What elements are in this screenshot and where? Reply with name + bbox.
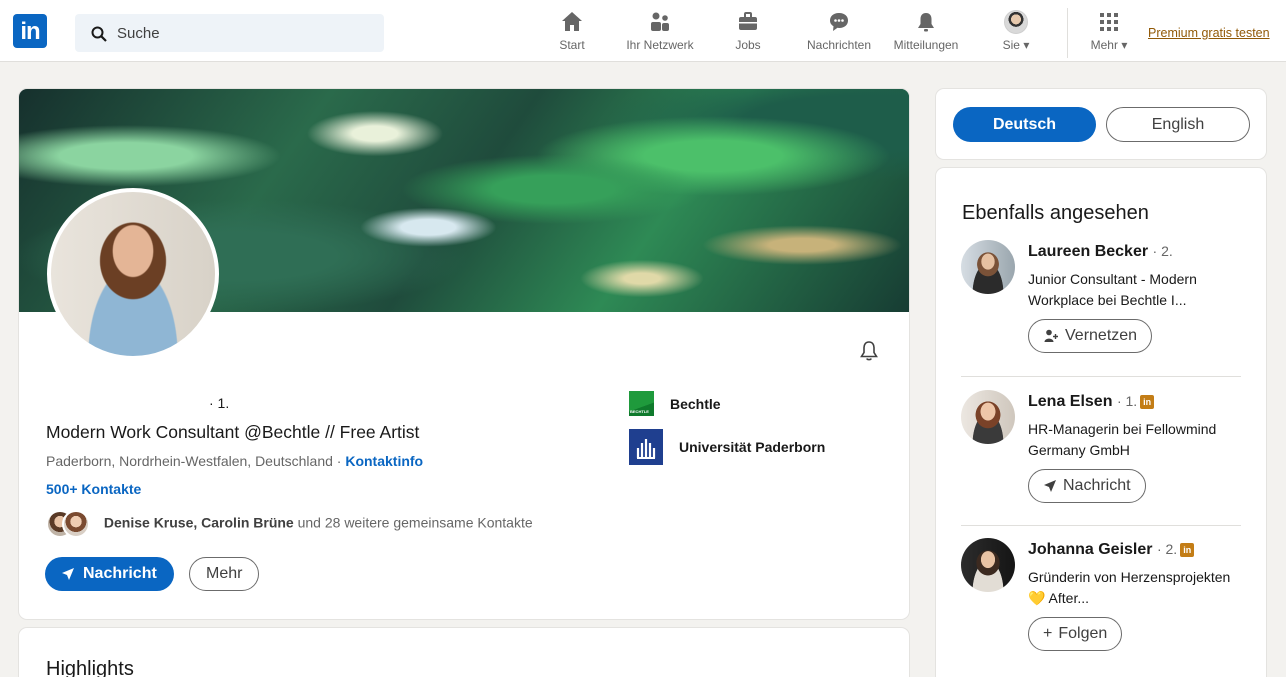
avatar (1004, 10, 1028, 34)
nav-jobs[interactable]: Jobs (730, 10, 766, 58)
follow-button[interactable]: + Folgen (1028, 617, 1123, 651)
profile-photo[interactable] (47, 188, 219, 360)
mutual-names: Denise Kruse, Carolin Brüne (103, 514, 294, 531)
premium-link[interactable]: Premium gratis testen (1148, 26, 1270, 40)
send-icon (1044, 480, 1056, 492)
grid-icon (1100, 13, 1118, 31)
send-icon (62, 568, 74, 580)
nav-more-label: Mehr ▾ (1090, 38, 1128, 52)
divider (961, 376, 1241, 377)
top-navigation: in Start Ihr Netzwerk Jobs Nachrichten M… (0, 0, 1286, 62)
divider (961, 525, 1241, 526)
person-name[interactable]: Lena Elsen · 1. in (1028, 393, 1155, 411)
more-button[interactable]: Mehr (189, 557, 260, 591)
location-text: Paderborn, Nordrhein-Westfalen, Deutschl… (46, 453, 342, 469)
university-logo (629, 429, 663, 465)
person-degree: · 2. (1156, 541, 1178, 557)
mutual-rest: und 28 weitere gemeinsame Kontakte (297, 514, 533, 531)
list-item: Lena Elsen · 1. in HR-Managerin bei Fello… (961, 390, 1251, 510)
language-deutsch-button[interactable]: Deutsch (953, 107, 1096, 142)
person-name[interactable]: Laureen Becker · 2. (1028, 243, 1173, 261)
org-university-label: Universität Paderborn (679, 439, 826, 455)
profile-card: · 1. Modern Work Consultant @Bechtle // … (19, 89, 909, 619)
person-subtitle: Junior Consultant - Modern Workplace bei… (1028, 271, 1197, 308)
also-viewed-card: Ebenfalls angesehen Laureen Becker · 2. … (936, 168, 1266, 677)
contact-info-link[interactable]: Kontaktinfo (345, 453, 423, 469)
network-icon (651, 12, 669, 31)
plus-icon: + (1043, 625, 1053, 642)
person-subtitle: Gründerin von Herzensprojekten 💛 After..… (1028, 569, 1231, 606)
nav-network-label: Ihr Netzwerk (626, 38, 694, 52)
notification-bell-icon[interactable] (858, 339, 880, 363)
chevron-down-icon: ▾ (1121, 38, 1128, 52)
nav-more[interactable]: Mehr ▾ (1084, 10, 1134, 58)
bell-icon (918, 13, 934, 32)
briefcase-icon (739, 12, 757, 30)
bechtle-logo (629, 391, 654, 416)
message-button[interactable]: Nachricht (45, 557, 174, 591)
message-button-label: Nachricht (1063, 477, 1131, 494)
premium-badge-icon: in (1180, 543, 1195, 557)
language-english-button[interactable]: English (1106, 107, 1250, 142)
nav-jobs-label: Jobs (735, 38, 761, 52)
person-degree: · 2. (1152, 243, 1173, 259)
connect-button[interactable]: Vernetzen (1028, 319, 1153, 353)
connect-button-label: Vernetzen (1065, 327, 1138, 344)
org-university[interactable]: Universität Paderborn (629, 429, 825, 465)
nav-messaging-label: Nachrichten (806, 38, 872, 52)
nav-notifications-label: Mitteilungen (893, 38, 959, 52)
nav-start[interactable]: Start (550, 10, 594, 58)
nav-me-label: Sie ▾ (1002, 38, 1030, 52)
connections-link[interactable]: 500+ Kontakte (46, 481, 141, 497)
chevron-down-icon: ▾ (1023, 38, 1030, 52)
nav-notifications[interactable]: Mitteilungen (886, 10, 966, 58)
highlights-title: Highlights (46, 658, 134, 677)
profile-headline: Modern Work Consultant @Bechtle // Free … (46, 422, 420, 442)
message-button[interactable]: Nachricht (1028, 469, 1146, 503)
linkedin-logo[interactable]: in (13, 14, 47, 48)
mutual-avatars (46, 509, 94, 539)
nav-start-label: Start (559, 38, 585, 52)
nav-messaging[interactable]: Nachrichten (802, 10, 876, 58)
list-item: Laureen Becker · 2. Junior Consultant - … (961, 240, 1251, 360)
person-subtitle: HR-Managerin bei Fellowmind Germany GmbH (1028, 421, 1217, 458)
search-box[interactable] (75, 14, 384, 52)
also-viewed-title: Ebenfalls angesehen (962, 202, 1149, 224)
avatar[interactable] (961, 538, 1015, 592)
person-degree: · 1. (1116, 393, 1138, 409)
org-bechtle-label: Bechtle (670, 395, 721, 412)
nav-divider (1067, 8, 1068, 58)
follow-button-label: Folgen (1058, 625, 1108, 642)
messaging-icon (830, 13, 848, 31)
org-bechtle[interactable]: Bechtle (629, 391, 721, 416)
avatar[interactable] (961, 390, 1015, 444)
search-input[interactable] (117, 14, 377, 52)
language-card: Deutsch English (936, 89, 1266, 159)
home-icon (562, 12, 582, 31)
connection-degree: · 1. (209, 395, 230, 411)
avatar[interactable] (961, 240, 1015, 294)
search-icon (91, 26, 107, 42)
nav-network[interactable]: Ihr Netzwerk (620, 10, 700, 58)
add-person-icon (1044, 329, 1058, 342)
mutual-connections[interactable]: Denise Kruse, Carolin Brüne und 28 weite… (46, 509, 533, 539)
person-name[interactable]: Johanna Geisler · 2. in (1028, 541, 1195, 559)
nav-me[interactable]: Sie ▾ (994, 10, 1038, 58)
profile-location: Paderborn, Nordrhein-Westfalen, Deutschl… (46, 453, 423, 469)
list-item: Johanna Geisler · 2. in Gründerin von Her… (961, 538, 1251, 658)
premium-badge-icon: in (1140, 395, 1155, 409)
message-button-label: Nachricht (83, 565, 157, 582)
highlights-card: Highlights (19, 628, 909, 677)
